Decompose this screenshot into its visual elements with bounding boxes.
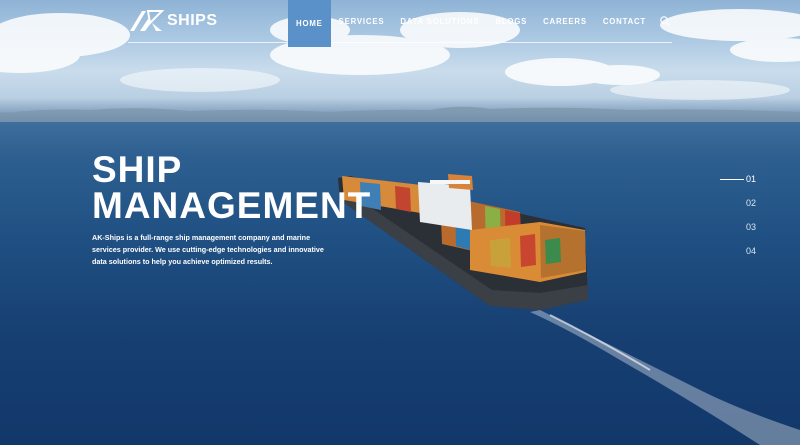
hero-description-line1: AK-Ships is a full-range ship management… [92, 233, 311, 242]
active-slide-line [719, 178, 744, 180]
slide-indicator-01[interactable]: 01 [719, 174, 756, 184]
nav-item-services[interactable]: SERVICES [331, 0, 393, 42]
nav-item-contact[interactable]: CONTACT [595, 0, 654, 42]
hero-description-line2: services provider. We use cutting-edge t… [92, 245, 324, 254]
nav-item-home[interactable]: HOME [288, 0, 331, 47]
slide-indicator-02[interactable]: 02 [746, 198, 756, 208]
nav-item-data-solutions[interactable]: DATA SOLUTIONS [392, 0, 487, 42]
nav-item-careers[interactable]: CAREERS [535, 0, 595, 42]
slide-number-02: 02 [745, 198, 756, 208]
brand-logo[interactable]: SHIPS [128, 9, 218, 33]
main-menu: HOME SERVICES DATA SOLUTIONS BLOGS CAREE… [288, 0, 672, 47]
top-navigation: SHIPS HOME SERVICES DATA SOLUTIONS BLOGS… [128, 0, 672, 47]
slide-indicator-04[interactable]: 04 [746, 246, 756, 256]
slide-indicator-03[interactable]: 03 [746, 222, 756, 232]
hero-title: SHIP MANAGEMENT [92, 149, 372, 226]
hero-title-line2: MANAGEMENT [92, 185, 372, 226]
hero-description-line3: data solutions to help you achieve optim… [92, 257, 273, 266]
slide-number-01: 01 [745, 174, 756, 184]
nav-item-blogs[interactable]: BLOGS [487, 0, 535, 42]
slide-number-04: 04 [745, 246, 756, 256]
brand-name: SHIPS [167, 12, 218, 29]
hero-section: SHIPS HOME SERVICES DATA SOLUTIONS BLOGS… [0, 0, 800, 445]
search-icon[interactable] [658, 0, 672, 42]
hero-description: AK-Ships is a full-range ship management… [92, 232, 352, 268]
slide-number-03: 03 [745, 222, 756, 232]
ak-logo-icon [130, 10, 164, 31]
hero-title-line1: SHIP [92, 149, 183, 190]
